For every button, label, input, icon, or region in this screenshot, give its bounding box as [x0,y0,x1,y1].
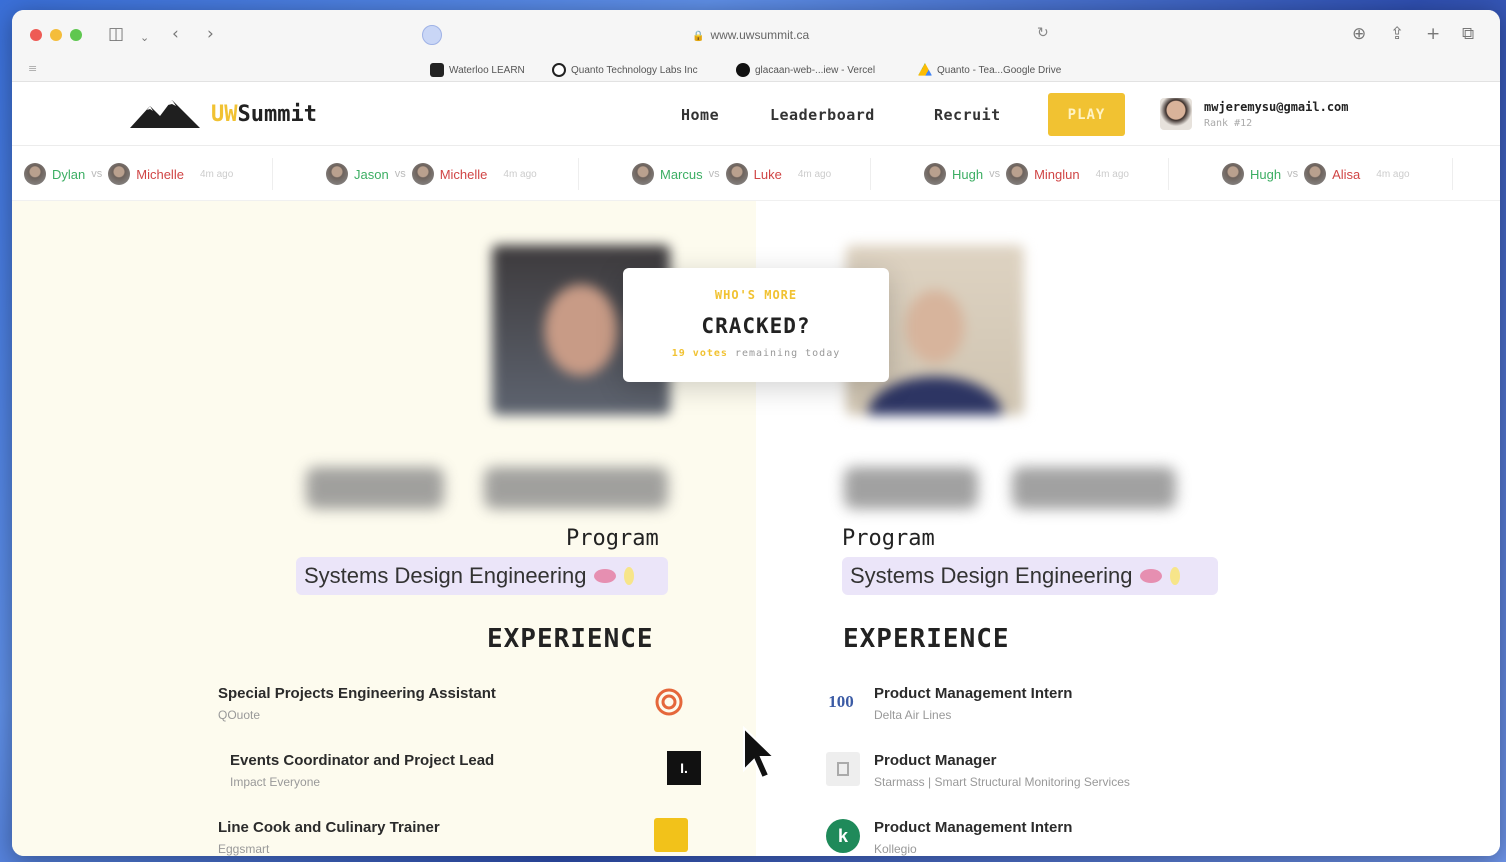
vercel-icon [736,63,750,77]
user-rank: Rank #12 [1204,118,1253,129]
match-item[interactable]: Dylan vs Michelle 4m ago [24,162,233,186]
minimize-window-button[interactable] [50,29,62,41]
right-blurred-tag [1012,467,1176,509]
left-blurred-tag [306,467,444,509]
tab-overview-icon[interactable]: ⧉ [1462,24,1474,44]
brain-icon [1140,569,1163,583]
nav-leaderboard[interactable]: Leaderboard [770,106,875,124]
avatar [411,163,434,185]
privacy-shield-icon[interactable] [422,25,442,45]
brain-icon [594,569,617,583]
impact-everyone-logo-icon: I. [667,751,701,785]
avatar [1222,163,1244,185]
nav-recruit[interactable]: Recruit [934,106,1001,124]
divider [578,158,579,190]
left-program-label: Program [566,526,659,551]
avatar [24,163,46,185]
nav-home[interactable]: Home [681,106,719,124]
left-experience-item: Events Coordinator and Project Lead Impa… [230,752,495,789]
left-experience-title: EXPERIENCE [487,624,654,654]
right-blurred-tag [844,467,978,509]
right-program-label: Program [842,526,935,551]
right-experience-item: Product Management Intern Delta Air Line… [874,685,1073,722]
avatar [725,163,748,185]
play-button[interactable]: PLAY [1048,93,1125,136]
zoom-window-button[interactable] [70,29,82,41]
bookmark-item[interactable]: glacaan-web-...iew - Vercel [736,62,875,78]
site-header: UWSummit Home Leaderboard Recruit PLAY m… [12,82,1500,146]
bookmark-item[interactable]: Quanto - Tea...Google Drive [918,62,1061,78]
browser-toolbar: ◫ ⌄ ‹ › 🔒 www.uwsummit.ca ↻ ⊕ ⇪ + ⧉ [12,10,1500,58]
lock-icon: 🔒 [692,31,705,42]
left-blurred-tag [484,467,668,509]
right-experience-item: Product Management Intern Kollegio [874,819,1073,856]
share-icon[interactable]: ⇪ [1390,24,1404,44]
divider [1168,158,1169,190]
forward-icon[interactable]: › [207,24,214,44]
divider [272,158,273,190]
match-item[interactable]: Hugh vs Alisa 4m ago [1222,162,1410,186]
bookmark-item[interactable]: Waterloo LEARN [430,62,525,78]
back-icon[interactable]: ‹ [172,24,179,44]
kollegio-logo-icon: k [826,819,860,853]
left-program-badge: Systems Design Engineering [296,557,668,595]
mouse-cursor-icon [743,726,776,780]
right-experience-title: EXPERIENCE [843,624,1010,654]
close-window-button[interactable] [30,29,42,41]
avatar[interactable] [1160,98,1192,130]
avatar [326,163,348,185]
reload-icon[interactable]: ↻ [1037,25,1049,41]
browser-window: ◫ ⌄ ‹ › 🔒 www.uwsummit.ca ↻ ⊕ ⇪ + ⧉ ≡ Wat… [12,10,1500,856]
mountain-logo-icon[interactable] [130,96,200,130]
github-icon [552,63,566,77]
divider [1452,158,1453,190]
avatar [632,163,654,185]
avatar [1304,163,1327,185]
right-program-badge: Systems Design Engineering [842,557,1218,595]
left-experience-item: Special Projects Engineering Assistant Q… [218,685,496,722]
site-logo[interactable]: UWSummit [211,102,317,127]
lightbulb-icon [624,567,635,585]
divider [870,158,871,190]
vote-prompt-card: WHO'S MORE CRACKED? 19 votes remaining t… [623,268,889,382]
comparison-area: WHO'S MORE CRACKED? 19 votes remaining t… [12,201,1500,856]
match-item[interactable]: Marcus vs Luke 4m ago [632,162,831,186]
votes-remaining: 19 votes remaining today [671,348,841,359]
user-email[interactable]: mwjeremysu@gmail.com [1204,100,1349,114]
chevron-down-icon[interactable]: ⌄ [140,28,149,48]
right-experience-item: Product Manager Starmass | Smart Structu… [874,752,1130,789]
card-eyebrow: WHO'S MORE [714,288,798,302]
delta-logo-icon: 100 [828,692,854,711]
match-ticker: Dylan vs Michelle 4m ago Jason vs Michelle 4m … [12,146,1500,201]
google-drive-icon [918,63,932,76]
bookmarks-bar: ≡ Waterloo LEARN Quanto Technology Labs … [12,58,1500,82]
avatar [924,163,946,185]
address-bar[interactable]: 🔒 www.uwsummit.ca [692,28,809,42]
bookmark-item[interactable]: Quanto Technology Labs Inc [552,62,698,78]
starmass-logo-icon [826,752,860,786]
lightbulb-icon [1170,567,1181,585]
left-experience-item: Line Cook and Culinary Trainer Eggsmart [218,819,440,856]
avatar [108,163,131,185]
eggsmart-logo-icon [654,818,688,852]
learn-icon [430,63,444,77]
sidebar-toggle-icon[interactable]: ◫ [108,24,124,44]
match-item[interactable]: Hugh vs Minglun 4m ago [924,162,1129,186]
download-icon[interactable]: ⊕ [1352,24,1366,44]
qouote-logo-icon [652,685,686,719]
new-tab-icon[interactable]: + [1426,24,1440,44]
card-title: CRACKED? [701,314,811,338]
url-text: www.uwsummit.ca [710,28,810,42]
bookmarks-menu-icon[interactable]: ≡ [28,62,37,75]
match-item[interactable]: Jason vs Michelle 4m ago [326,162,537,186]
avatar [1006,163,1029,185]
